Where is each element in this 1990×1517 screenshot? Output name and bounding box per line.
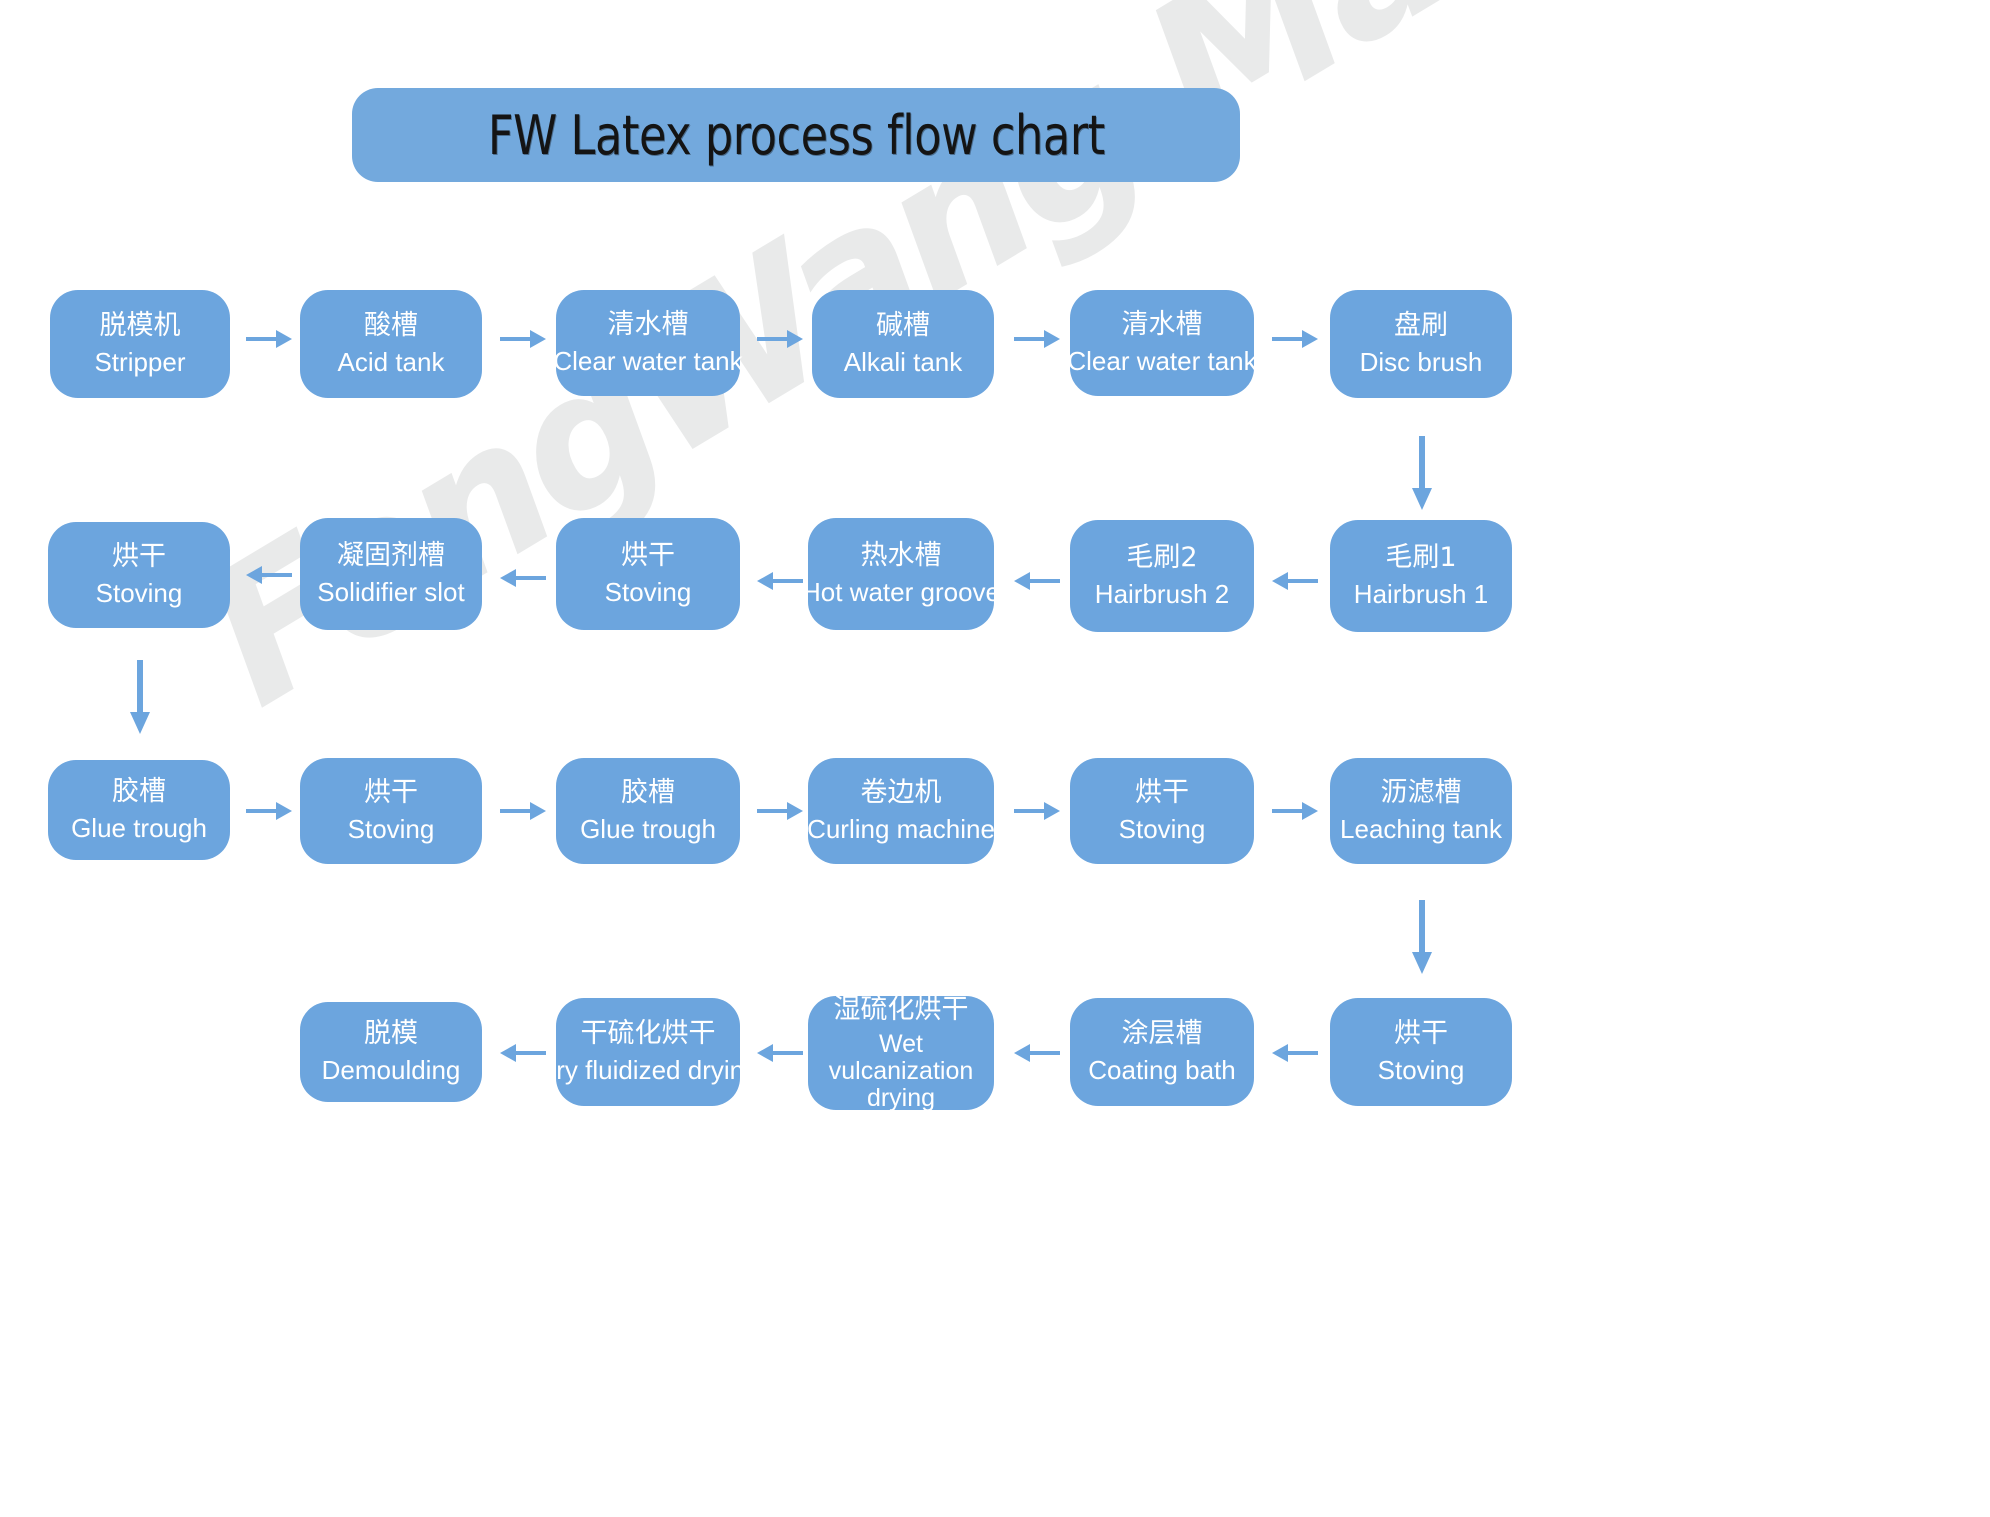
node-label-cn: 胶槽 bbox=[621, 777, 675, 809]
node-dry-fluidized-drying[interactable]: 干硫化烘干 Dry fluidized drying bbox=[537, 998, 759, 1106]
arrow-down-r1-r2 bbox=[1408, 436, 1436, 510]
node-label-en: Stoving bbox=[347, 814, 435, 845]
arrow-right-r1-2 bbox=[500, 326, 546, 352]
node-label-cn: 脱模机 bbox=[99, 310, 181, 342]
node-alkali-tank[interactable]: 碱槽 Alkali tank bbox=[812, 290, 994, 398]
arrow-left-r2-5 bbox=[1272, 568, 1318, 594]
node-label-cn: 涂层槽 bbox=[1121, 1018, 1203, 1050]
node-label-cn: 烘干 bbox=[1394, 1018, 1448, 1050]
node-label-en: Glue trough bbox=[580, 814, 716, 845]
node-label-cn: 毛刷1 bbox=[1385, 542, 1457, 574]
arrow-right-r1-4 bbox=[1014, 326, 1060, 352]
arrow-right-r1-5 bbox=[1272, 326, 1318, 352]
node-label-cn: 凝固剂槽 bbox=[337, 540, 445, 572]
node-label-cn: 烘干 bbox=[1135, 777, 1189, 809]
node-stoving-r4[interactable]: 烘干 Stoving bbox=[1330, 998, 1512, 1106]
node-label-en: Dry fluidized drying bbox=[537, 1055, 759, 1086]
node-stoving-r3-2[interactable]: 烘干 Stoving bbox=[1070, 758, 1254, 864]
node-label-cn: 胶槽 bbox=[112, 776, 166, 808]
node-hairbrush-2[interactable]: 毛刷2 Hairbrush 2 bbox=[1070, 520, 1254, 632]
flowchart-canvas: FengWang Machinery FW Latex process flow… bbox=[0, 0, 1990, 1517]
node-label-en: Acid tank bbox=[337, 347, 445, 378]
arrow-right-r3-4 bbox=[1014, 798, 1060, 824]
arrow-left-r2-4 bbox=[1014, 568, 1060, 594]
node-label-en: Solidifier slot bbox=[317, 577, 465, 608]
node-label-en: Stripper bbox=[94, 347, 186, 378]
node-label-en: Clear water tank bbox=[1067, 346, 1257, 377]
node-label-en: Alkali tank bbox=[843, 347, 963, 378]
node-label-cn: 毛刷2 bbox=[1126, 542, 1198, 574]
node-hairbrush-1[interactable]: 毛刷1 Hairbrush 1 bbox=[1330, 520, 1512, 632]
node-label-cn: 酸槽 bbox=[364, 310, 418, 342]
node-clear-water-tank-1[interactable]: 清水槽 Clear water tank bbox=[553, 290, 743, 396]
node-label-en: Disc brush bbox=[1359, 347, 1483, 378]
node-curling-machine[interactable]: 卷边机 Curling machine bbox=[807, 758, 995, 864]
node-acid-tank[interactable]: 酸槽 Acid tank bbox=[300, 290, 482, 398]
node-stripper[interactable]: 脱模机 Stripper bbox=[50, 290, 230, 398]
arrow-right-r3-1 bbox=[246, 798, 292, 824]
node-label-en: Hairbrush 2 bbox=[1094, 579, 1230, 610]
arrow-right-r1-3 bbox=[757, 326, 803, 352]
node-coating-bath[interactable]: 涂层槽 Coating bath bbox=[1070, 998, 1254, 1106]
node-label-en: Demoulding bbox=[321, 1055, 461, 1086]
node-label-en: Hairbrush 1 bbox=[1353, 579, 1489, 610]
node-label-en: Leaching tank bbox=[1340, 814, 1502, 845]
node-label-cn: 盘刷 bbox=[1394, 310, 1448, 342]
arrow-left-r4-4 bbox=[1272, 1040, 1318, 1066]
arrow-left-r4-3 bbox=[1014, 1040, 1060, 1066]
arrow-down-r3-r4 bbox=[1408, 900, 1436, 974]
node-label-cn: 干硫化烘干 bbox=[580, 1018, 716, 1050]
node-clear-water-tank-2[interactable]: 清水槽 Clear water tank bbox=[1067, 290, 1257, 396]
node-label-en: Stoving bbox=[604, 577, 692, 608]
node-disc-brush[interactable]: 盘刷 Disc brush bbox=[1330, 290, 1512, 398]
node-leaching-tank[interactable]: 沥滤槽 Leaching tank bbox=[1330, 758, 1512, 864]
node-label-en: Clear water tank bbox=[553, 346, 743, 377]
node-label-en: Stoving bbox=[1118, 814, 1206, 845]
node-label-cn: 清水槽 bbox=[607, 309, 689, 341]
arrow-down-r2-r3 bbox=[126, 660, 154, 734]
node-label-cn: 清水槽 bbox=[1121, 309, 1203, 341]
node-label-en: Stoving bbox=[95, 578, 183, 609]
node-label-en: Curling machine bbox=[807, 814, 995, 845]
arrow-left-r2-1 bbox=[246, 562, 292, 588]
arrow-left-r4-2 bbox=[757, 1040, 803, 1066]
node-label-en: Wet vulcanization drying bbox=[828, 1029, 974, 1112]
node-glue-trough-1[interactable]: 胶槽 Glue trough bbox=[48, 760, 230, 860]
node-hot-water-groove[interactable]: 热水槽 Hot water groove bbox=[802, 518, 1000, 630]
node-label-en: Glue trough bbox=[71, 813, 207, 844]
node-label-cn: 卷边机 bbox=[860, 777, 942, 809]
node-label-cn: 沥滤槽 bbox=[1380, 777, 1462, 809]
arrow-right-r3-5 bbox=[1272, 798, 1318, 824]
node-solidifier-slot[interactable]: 凝固剂槽 Solidifier slot bbox=[300, 518, 482, 630]
node-label-en: Coating bath bbox=[1088, 1055, 1236, 1086]
arrow-right-r3-3 bbox=[757, 798, 803, 824]
node-label-cn: 热水槽 bbox=[860, 540, 942, 572]
arrow-right-r3-2 bbox=[500, 798, 546, 824]
node-label-cn: 烘干 bbox=[112, 541, 166, 573]
node-label-en: Hot water groove bbox=[802, 577, 1000, 608]
node-label-cn: 烘干 bbox=[364, 777, 418, 809]
node-stoving-r2-left[interactable]: 烘干 Stoving bbox=[48, 522, 230, 628]
arrow-left-r2-3 bbox=[757, 568, 803, 594]
node-label-cn: 脱模 bbox=[364, 1018, 418, 1050]
node-stoving-r2-mid[interactable]: 烘干 Stoving bbox=[556, 518, 740, 630]
node-label-en: Stoving bbox=[1377, 1055, 1465, 1086]
node-label-cn: 湿硫化烘干 bbox=[833, 994, 969, 1026]
node-label-cn: 碱槽 bbox=[876, 310, 930, 342]
page-title: FW Latex process flow chart bbox=[487, 103, 1105, 167]
arrow-left-r2-2 bbox=[500, 565, 546, 591]
title-banner: FW Latex process flow chart bbox=[352, 88, 1240, 182]
arrow-right-r1-1 bbox=[246, 326, 292, 352]
node-label-cn: 烘干 bbox=[621, 540, 675, 572]
node-glue-trough-2[interactable]: 胶槽 Glue trough bbox=[556, 758, 740, 864]
node-wet-vulcanization-drying[interactable]: 湿硫化烘干 Wet vulcanization drying bbox=[808, 994, 994, 1112]
node-demoulding[interactable]: 脱模 Demoulding bbox=[300, 1002, 482, 1102]
node-stoving-r3-1[interactable]: 烘干 Stoving bbox=[300, 758, 482, 864]
